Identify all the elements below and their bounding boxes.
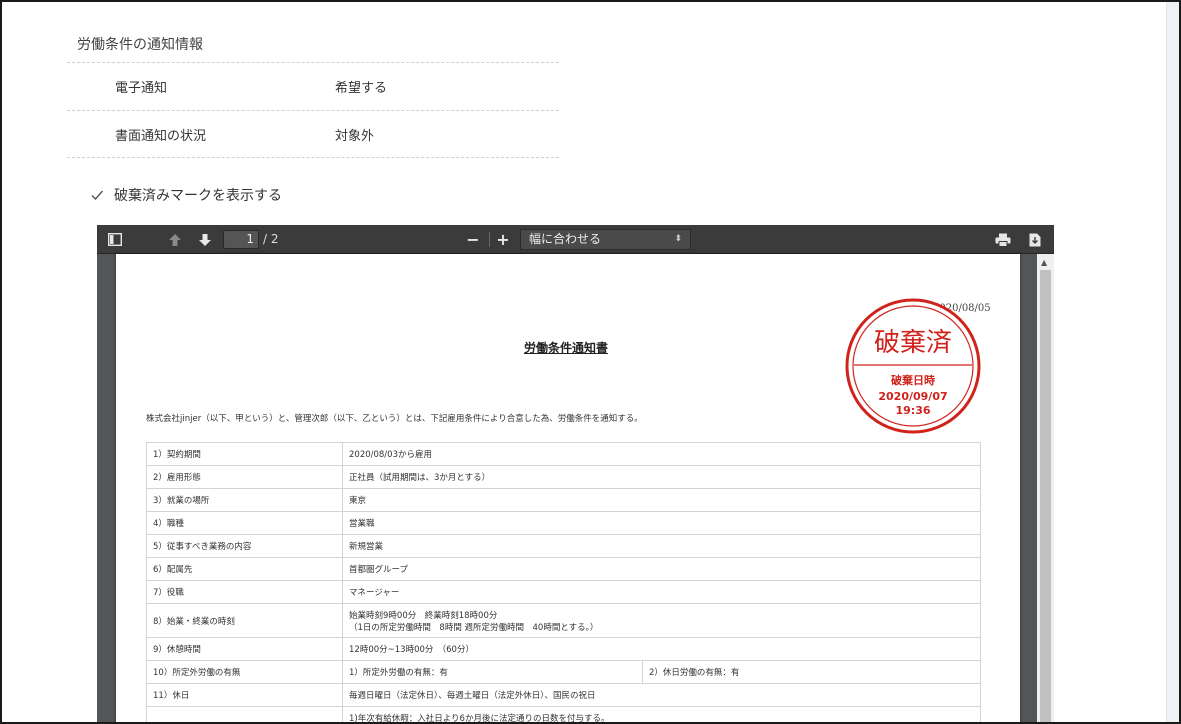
table-row: 6）配属先 首都圏グループ: [146, 557, 981, 581]
sidebar-toggle-button[interactable]: [107, 231, 123, 248]
page-total: / 2: [263, 232, 279, 246]
pdf-page: 2020/08/05 労働条件通知書 株式会社jinjer（以下、甲という）と、…: [116, 254, 1020, 724]
next-page-button[interactable]: [197, 231, 213, 248]
table-key: 7）役職: [146, 580, 343, 604]
table-row: 2）雇用形態 正社員（試用期間は、3か月とする）: [146, 465, 981, 489]
zoom-select[interactable]: 幅に合わせる ⬍: [520, 229, 691, 250]
table-key: 1）契約期間: [146, 442, 343, 466]
table-row: 1)年次有給休暇：入社日より6か月後に法定通りの日数を付与する。: [146, 706, 981, 724]
page-right-gutter: [1166, 0, 1181, 724]
table-value: 始業時刻9時00分 終業時刻18時00分 （1日の所定労働時間 8時間 週所定労…: [342, 603, 981, 638]
table-row: 3）就業の場所 東京: [146, 488, 981, 512]
table-row: 8）始業・終業の時刻 始業時刻9時00分 終業時刻18時00分 （1日の所定労働…: [146, 603, 981, 638]
table-row: 1）契約期間 2020/08/03から雇用: [146, 442, 981, 466]
table-value: 12時00分~13時00分 （60分）: [342, 637, 981, 661]
scroll-up-icon[interactable]: ▲: [1041, 258, 1047, 267]
discarded-stamp: 破棄済 破棄日時 2020/09/07 19:36: [845, 298, 981, 434]
table-value: 2）休日労働の有無：有: [642, 660, 981, 684]
table-row: 9）休憩時間 12時00分~13時00分 （60分）: [146, 637, 981, 661]
table-value: マネージャー: [342, 580, 981, 604]
table-key: 11）休日: [146, 683, 343, 707]
table-value: 営業職: [342, 511, 981, 535]
table-key: [146, 706, 343, 724]
info-value: 希望する: [335, 81, 388, 96]
checkmark-icon: [91, 190, 104, 201]
pdf-scrollbar[interactable]: ▲: [1037, 254, 1054, 724]
info-row-electronic-notice: 電子通知 希望する: [67, 62, 559, 110]
table-row: 4）職種 営業職: [146, 511, 981, 535]
table-row: 7）役職 マネージャー: [146, 580, 981, 604]
download-icon: [1029, 233, 1041, 246]
arrow-down-icon: [199, 233, 211, 246]
document-title: 労働条件通知書: [523, 341, 608, 355]
table-value: 正社員（試用期間は、3か月とする）: [342, 465, 981, 489]
sidebar-icon: [108, 233, 122, 246]
toolbar-separator: [489, 232, 490, 247]
table-value-line: （1日の所定労働時間 8時間 週所定労働時間 40時間とする。）: [349, 622, 599, 633]
document-table: 1）契約期間 2020/08/03から雇用 2）雇用形態 正社員（試用期間は、3…: [146, 442, 981, 724]
table-key: 9）休憩時間: [146, 637, 343, 661]
table-key: 6）配属先: [146, 557, 343, 581]
show-discard-mark-checkbox[interactable]: [90, 188, 104, 202]
table-key: 5）従事すべき業務の内容: [146, 534, 343, 558]
show-discard-mark-label: 破棄済みマークを表示する: [114, 188, 282, 204]
pdf-viewer: 1 / 2 − + 幅に合わせる ⬍ 2020/08/05 労働条件通知書 株式…: [97, 225, 1054, 724]
info-row-paper-notice: 書面通知の状況 対象外: [67, 110, 559, 158]
table-value: 東京: [342, 488, 981, 512]
table-value-line: 始業時刻9時00分 終業時刻18時00分: [349, 610, 498, 621]
table-key: 4）職種: [146, 511, 343, 535]
stamp-date: 2020/09/07: [878, 390, 947, 403]
section-title: 労働条件の通知情報: [77, 37, 203, 53]
table-row: 5）従事すべき業務の内容 新規営業: [146, 534, 981, 558]
show-discard-mark-checkbox-row[interactable]: 破棄済みマークを表示する: [90, 185, 282, 205]
table-key: 8）始業・終業の時刻: [146, 603, 343, 638]
table-key: 3）就業の場所: [146, 488, 343, 512]
table-row: 11）休日 毎週日曜日（法定休日）、毎週土曜日（法定外休日）、国民の祝日: [146, 683, 981, 707]
stamp-label: 破棄日時: [891, 373, 935, 387]
table-value: 2020/08/03から雇用: [342, 442, 981, 466]
table-value: 首都圏グループ: [342, 557, 981, 581]
table-key: 2）雇用形態: [146, 465, 343, 489]
table-value: 新規営業: [342, 534, 981, 558]
info-label: 書面通知の状況: [115, 129, 207, 144]
arrow-up-icon: [169, 233, 181, 246]
printer-icon: [995, 233, 1011, 247]
zoom-in-button[interactable]: +: [495, 230, 511, 249]
download-button[interactable]: [1027, 231, 1043, 248]
previous-page-button[interactable]: [167, 231, 183, 248]
info-value: 対象外: [335, 129, 375, 144]
select-caret-icon: ⬍: [674, 234, 682, 244]
stamp-main-text: 破棄済: [874, 328, 952, 358]
table-key: 10）所定外労働の有無: [146, 660, 343, 684]
info-label: 電子通知: [115, 81, 168, 96]
table-value: 毎週日曜日（法定休日）、毎週土曜日（法定外休日）、国民の祝日: [342, 683, 981, 707]
page-number-input[interactable]: 1: [223, 230, 259, 249]
table-value: 1）所定外労働の有無：有: [342, 660, 643, 684]
table-row: 10）所定外労働の有無 1）所定外労働の有無：有 2）休日労働の有無：有: [146, 660, 981, 684]
pdf-toolbar: 1 / 2 − + 幅に合わせる ⬍: [97, 225, 1054, 254]
print-button[interactable]: [994, 231, 1012, 248]
scrollbar-thumb[interactable]: [1040, 270, 1051, 724]
table-value: 1)年次有給休暇：入社日より6か月後に法定通りの日数を付与する。: [342, 706, 981, 724]
zoom-select-value: 幅に合わせる: [529, 232, 602, 246]
document-intro: 株式会社jinjer（以下、甲という）と、管理次郎（以下、乙という）とは、下記雇…: [146, 414, 643, 424]
zoom-out-button[interactable]: −: [465, 230, 481, 249]
stamp-time: 19:36: [895, 404, 930, 417]
